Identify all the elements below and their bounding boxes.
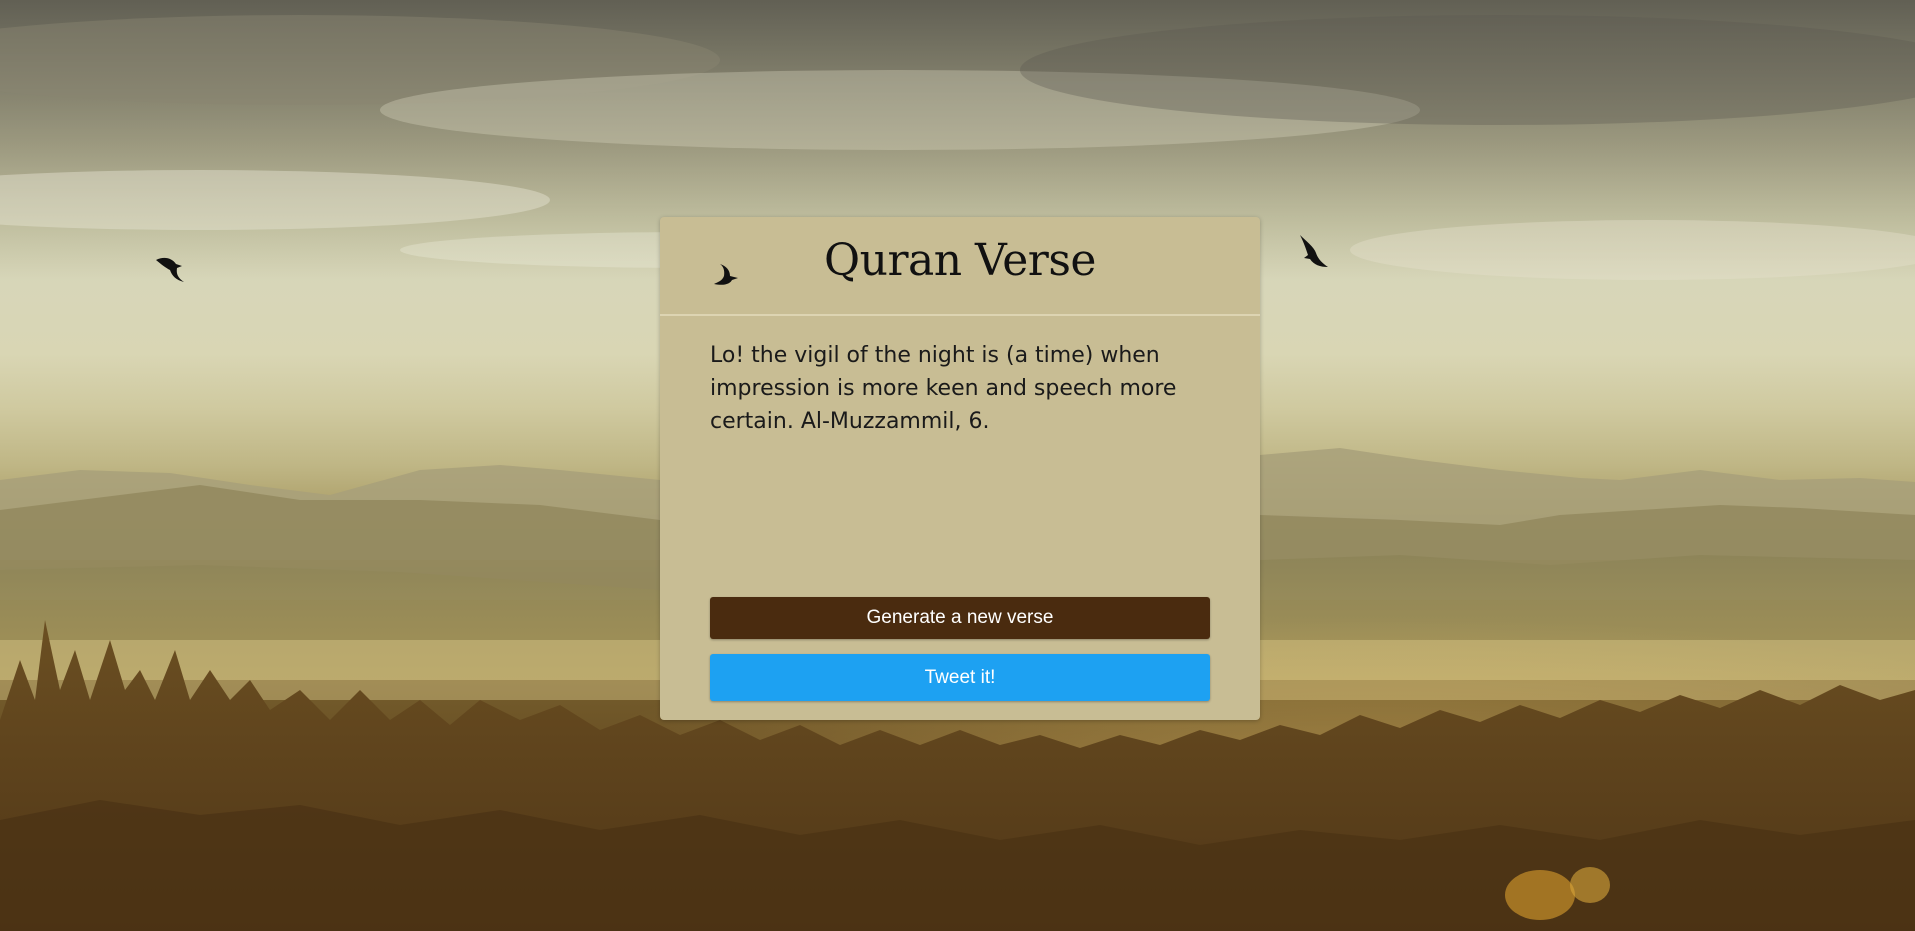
bird-icon xyxy=(1300,235,1328,267)
tweet-button[interactable]: Tweet it! xyxy=(710,654,1210,701)
bird-icon xyxy=(156,257,184,282)
generate-verse-button[interactable]: Generate a new verse xyxy=(710,597,1210,639)
verse-text: Lo! the vigil of the night is (a time) w… xyxy=(710,343,1177,434)
page-title: Quran Verse xyxy=(824,235,1096,286)
page-background: Quran Verse Lo! the vigil of the night i… xyxy=(0,0,1915,931)
card-header: Quran Verse xyxy=(660,217,1260,316)
quote-card: Quran Verse Lo! the vigil of the night i… xyxy=(660,217,1260,720)
